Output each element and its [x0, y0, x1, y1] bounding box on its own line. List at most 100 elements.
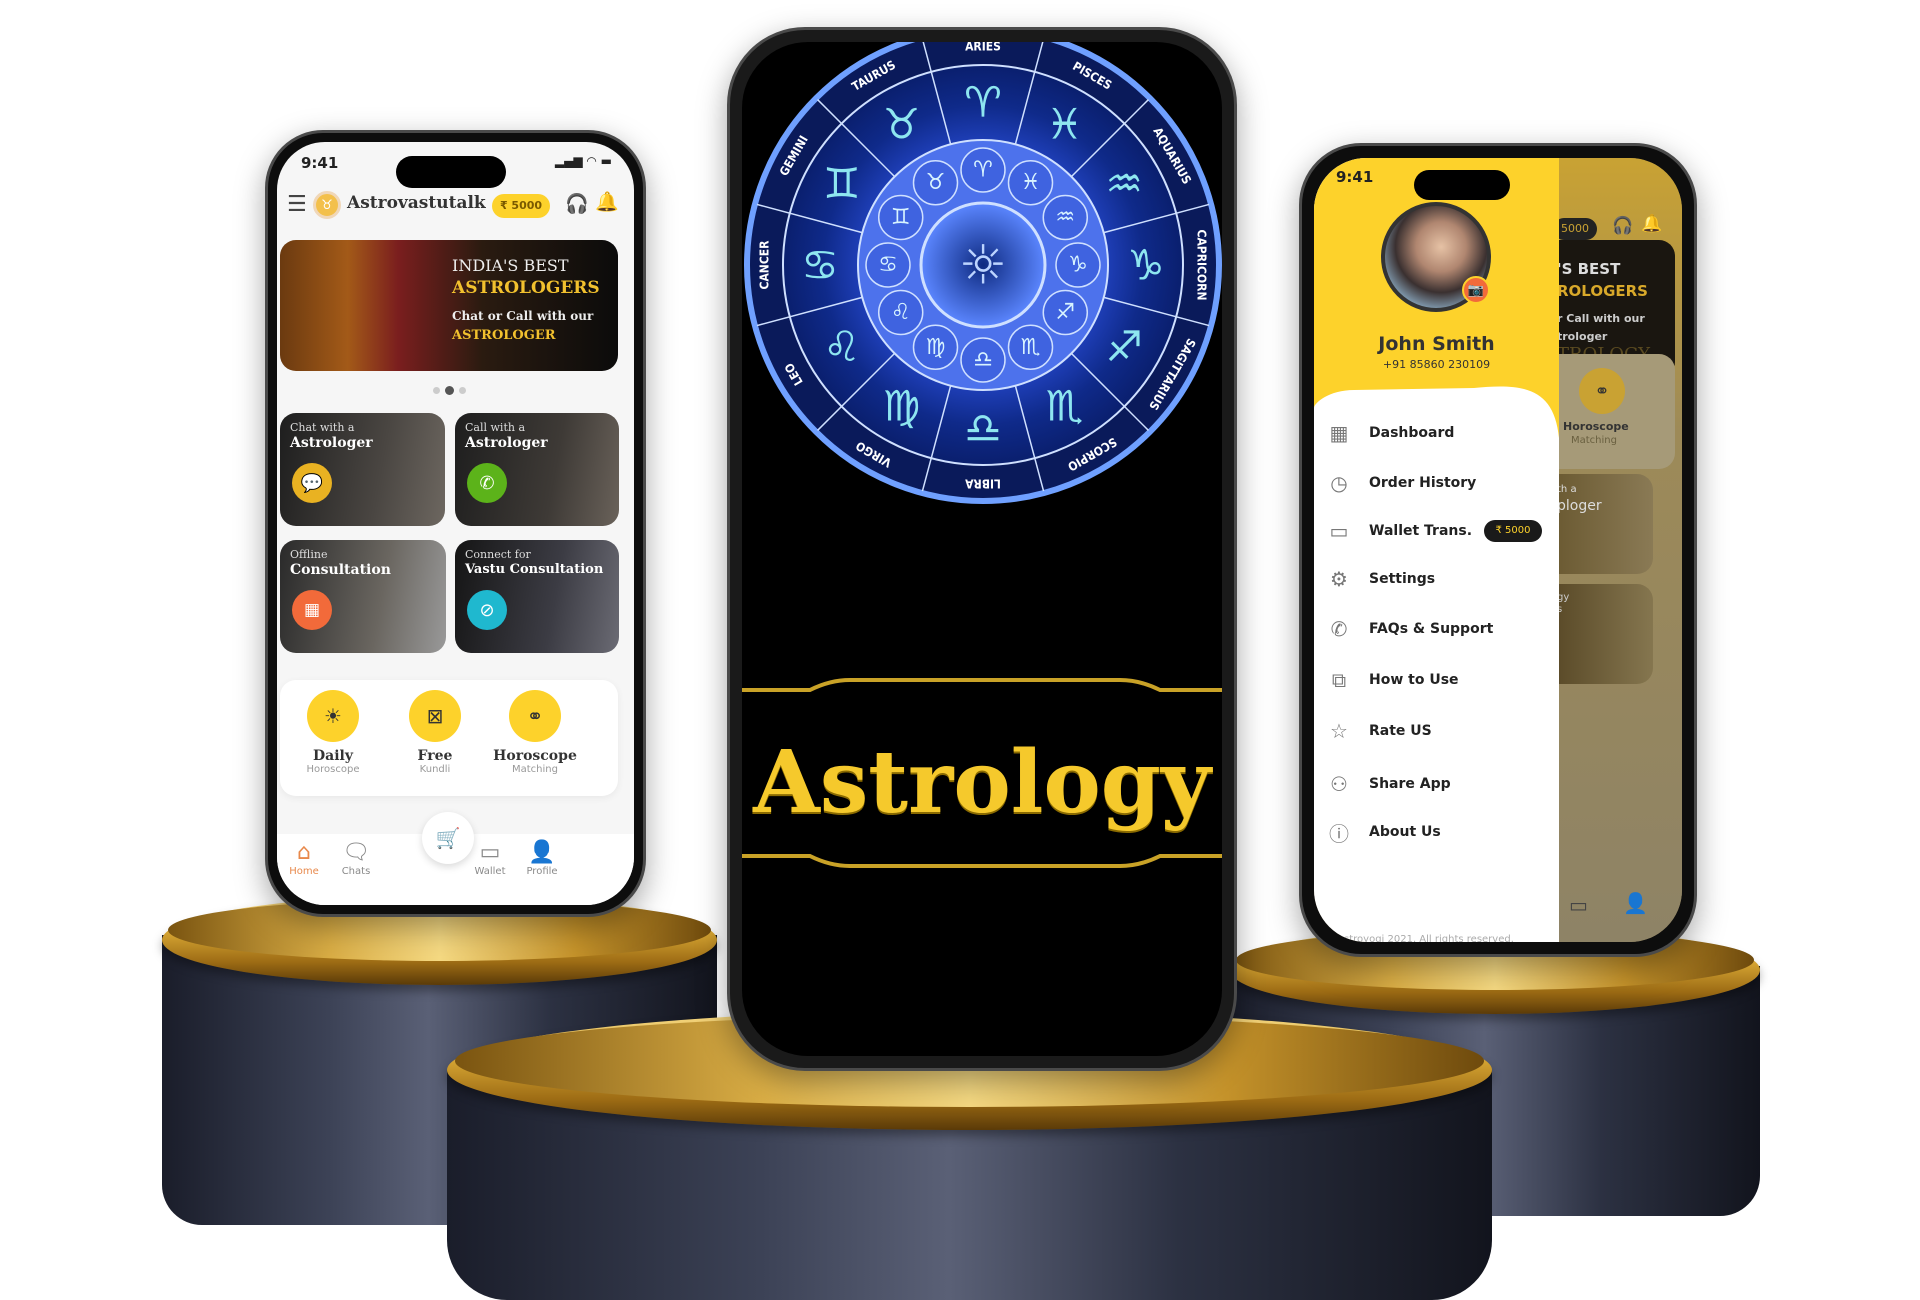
menu-item-wallet-trans[interactable]: ▭ Wallet Trans. ₹ 5000 [1314, 514, 1559, 548]
camera-icon[interactable]: 📷 [1462, 276, 1490, 304]
brand-name: Astrovastutalk [347, 193, 486, 213]
sign-figure-aquarius: ♒ [1105, 159, 1143, 208]
sign-figure-taurus: ♉ [883, 99, 921, 148]
bell-notification-icon[interactable]: 🔔 [595, 190, 619, 213]
menu-item-settings[interactable]: ⚙ Settings [1314, 562, 1559, 596]
gear-icon: ⚙ [1330, 567, 1348, 591]
vastu-consultation-card[interactable]: Connect for Vastu Consultation ⊘ [455, 540, 619, 653]
bottom-nav: ⌂ Home 🗨 Chats 🛒 ▭ Wallet 👤 Profile [277, 812, 634, 905]
nav-chats[interactable]: 🗨 Chats [331, 840, 381, 877]
menu-label: Order History [1369, 475, 1477, 491]
offline-consultation-card[interactable]: Offline Consultation ▦ [280, 540, 446, 653]
wallet-balance-pill[interactable]: ₹ 5000 [492, 194, 550, 218]
bg-headset-icon: 🎧 [1612, 216, 1634, 236]
free-kundli-button[interactable]: ⊠ Free Kundli [400, 690, 470, 775]
side-drawer: 9:41 📷 John Smith +91 85860 230109 ▦ Dash… [1314, 158, 1559, 942]
compass-icon: ⊘ [467, 590, 507, 630]
quick-title: Daily [313, 748, 353, 764]
nav-wallet[interactable]: ▭ Wallet [465, 840, 515, 877]
left-phone: 9:41 ▂▄▆ ◠ ▬ ☰ ♉ Astrovastutalk ₹ 5000 🎧… [265, 130, 646, 917]
dynamic-island [1414, 170, 1510, 200]
app-logo-icon: ♉ [313, 191, 341, 219]
daily-horoscope-button[interactable]: ☀ Daily Horoscope [298, 690, 368, 775]
nav-label: Home [289, 866, 319, 877]
nav-label: Chats [341, 866, 371, 877]
nav-profile[interactable]: 👤 Profile [517, 840, 567, 877]
sign-figure-gemini: ♊ [823, 159, 861, 208]
users-icon: ⚇ [1330, 772, 1348, 796]
menu-label: Dashboard [1369, 425, 1455, 441]
sign-figure-scorpio: ♏ [1046, 382, 1084, 431]
card-subtitle: Offline [290, 548, 328, 561]
dynamic-island [396, 156, 506, 188]
status-icons: ▂▄▆ ◠ ▬ [554, 154, 612, 168]
chat-astrologer-card[interactable]: Chat with a Astrologer 💬 [280, 413, 445, 526]
profile-icon: 👤 [528, 840, 556, 865]
menu-label: Share App [1369, 776, 1451, 792]
card-subtitle: Call with a [465, 421, 526, 434]
wallet-badge: ₹ 5000 [1484, 520, 1542, 542]
sign-label-aries: ARIES [965, 42, 1001, 54]
info-icon: ⓘ [1329, 821, 1349, 846]
dimmed-home-background[interactable]: 5000 🎧 🔔 'S BEST ROLOGERS r Call with ou… [1553, 158, 1682, 942]
quick-title: Free [417, 748, 453, 764]
sign-glyph-capricorn: ♑ [1068, 253, 1088, 278]
bg-banner-text: trologer [1557, 330, 1608, 343]
sun-moon-icon: ☼ [959, 234, 1007, 297]
quick-subtitle: Horoscope [306, 764, 360, 775]
menu-item-faqs-support[interactable]: ✆ FAQs & Support [1314, 612, 1559, 646]
sign-figure-virgo: ♍ [883, 382, 921, 431]
menu-label: How to Use [1369, 672, 1459, 688]
promo-banner[interactable]: INDIA'S BEST ASTROLOGERS Chat or Call wi… [280, 240, 618, 371]
quick-subtitle: Matching [512, 764, 558, 775]
sign-figure-libra: ♎ [964, 404, 1002, 453]
calendar-icon: ▦ [292, 590, 332, 630]
menu-item-about-us[interactable]: ⓘ About Us [1314, 815, 1559, 849]
right-phone: 5000 🎧 🔔 'S BEST ROLOGERS r Call with ou… [1299, 143, 1697, 957]
bg-profile-icon: 👤 [1623, 891, 1648, 915]
menu-item-dashboard[interactable]: ▦ Dashboard [1314, 416, 1559, 450]
bg-banner-text: ROLOGERS [1557, 282, 1648, 300]
chat-bubble-icon: 💬 [292, 463, 332, 503]
nav-home[interactable]: ⌂ Home [279, 840, 329, 877]
card-title: Vastu Consultation [465, 562, 604, 577]
profile-phone: +91 85860 230109 [1382, 358, 1491, 371]
card-title: Astrologer [290, 435, 373, 451]
sign-glyph-virgo: ♍ [926, 335, 946, 360]
splash-screen: ARIES ♈ ♈ TAURUS ♉ ♉ GEMINI ♊ ♊ CANCER ♋ ♋ LEO ♌ ♌ VIRG… [742, 42, 1222, 1056]
hamburger-menu-icon[interactable]: ☰ [287, 192, 307, 217]
headset-support-icon[interactable]: 🎧 [565, 192, 589, 215]
card-title: Consultation [290, 562, 391, 578]
copyright-footer: © Astroyogi 2021. All rights reserved. [1324, 934, 1514, 942]
nav-label: Wallet [474, 866, 506, 877]
sign-glyph-aries: ♈ [973, 158, 993, 183]
call-astrologer-card[interactable]: Call with a Astrologer ✆ [455, 413, 619, 526]
sign-glyph-sagittarius: ♐ [1055, 300, 1075, 325]
sign-label-cancer: CANCER [758, 240, 772, 290]
menu-item-share-app[interactable]: ⚇ Share App [1314, 767, 1559, 801]
menu-item-how-to-use[interactable]: ⧉ How to Use [1314, 663, 1559, 697]
kundli-chart-icon: ⊠ [409, 690, 461, 742]
sign-glyph-scorpio: ♏ [1021, 335, 1041, 360]
sign-figure-leo: ♌ [823, 322, 861, 371]
horoscope-matching-button[interactable]: ⚭ Horoscope Matching [485, 690, 585, 775]
sign-glyph-taurus: ♉ [926, 170, 946, 195]
card-title: Astrologer [465, 435, 548, 451]
grid-icon: ▦ [1329, 421, 1349, 445]
wallet-icon: ▭ [479, 840, 501, 865]
menu-item-order-history[interactable]: ◷ Order History [1314, 466, 1559, 500]
carousel-dots[interactable] [433, 386, 466, 395]
bg-card-sub: Matching [1571, 435, 1617, 446]
sign-figure-capricorn: ♑ [1127, 241, 1165, 290]
sign-glyph-cancer: ♋ [878, 253, 898, 278]
sign-label-libra: LIBRA [964, 477, 1000, 491]
bg-card-title: Horoscope [1563, 420, 1629, 433]
sign-glyph-pisces: ♓ [1021, 170, 1041, 195]
quick-subtitle: Kundli [419, 764, 451, 775]
menu-item-rate-us[interactable]: ☆ Rate US [1314, 714, 1559, 748]
bg-bell-icon: 🔔 [1641, 214, 1663, 234]
bg-banner-text: r Call with our [1557, 312, 1645, 325]
star-icon: ☆ [1330, 719, 1348, 743]
sign-figure-aries: ♈ [964, 78, 1002, 127]
status-time: 9:41 [301, 154, 339, 172]
